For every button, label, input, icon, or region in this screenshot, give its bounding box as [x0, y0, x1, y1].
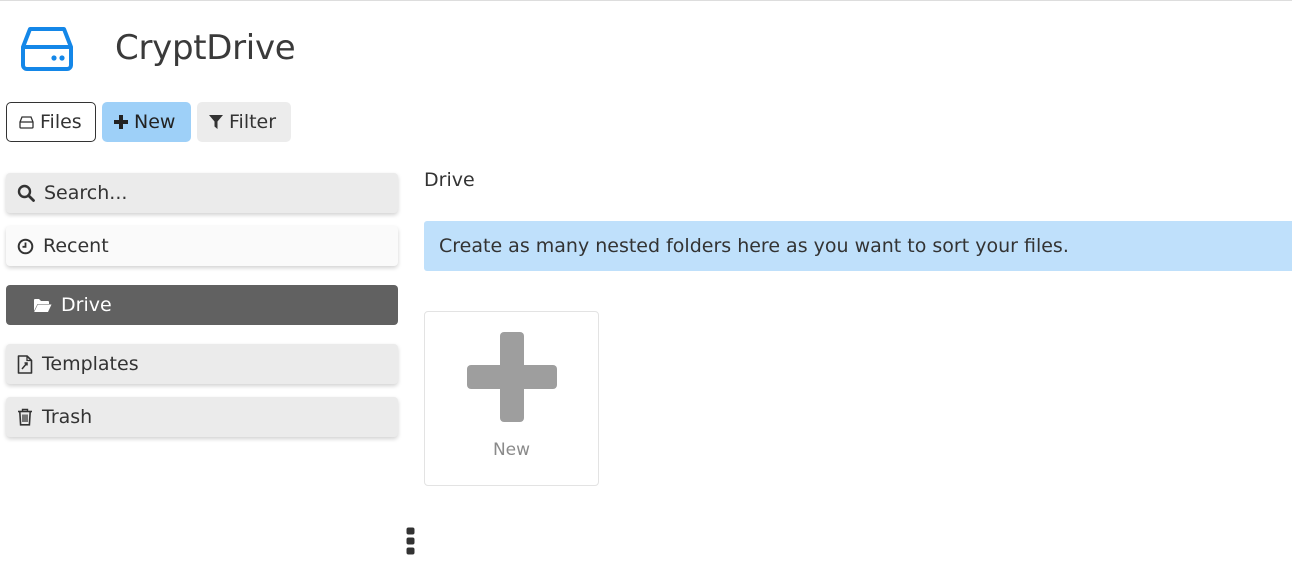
- sidebar-item-drive[interactable]: Drive: [6, 285, 398, 325]
- filter-button-label: Filter: [229, 111, 277, 133]
- search-placeholder: Search...: [44, 182, 128, 204]
- template-file-icon: [17, 354, 33, 374]
- sidebar-item-recent[interactable]: Recent: [6, 226, 398, 266]
- sidebar-item-trash[interactable]: Trash: [6, 397, 398, 437]
- drive-icon: [21, 27, 73, 71]
- trash-icon: [18, 408, 32, 426]
- sidebar-item-label: Recent: [43, 235, 109, 257]
- sidebar-item-label: Templates: [42, 353, 139, 375]
- sidebar-item-label: Trash: [42, 406, 93, 428]
- files-button[interactable]: Files: [6, 102, 96, 142]
- search-icon: [17, 184, 35, 202]
- info-banner: Create as many nested folders here as yo…: [424, 221, 1292, 271]
- plus-icon: [114, 115, 128, 129]
- filter-button[interactable]: Filter: [197, 102, 291, 142]
- drive-icon: [19, 115, 34, 129]
- sidebar-item-label: Drive: [61, 294, 112, 316]
- plus-icon: [467, 332, 557, 422]
- sidebar-item-templates[interactable]: Templates: [6, 344, 398, 384]
- top-border: [0, 0, 1292, 1]
- folder-open-icon: [34, 298, 52, 312]
- app-title: CryptDrive: [115, 28, 296, 68]
- new-button-label: New: [134, 111, 176, 133]
- vertical-ellipsis-icon[interactable]: [406, 527, 415, 555]
- files-button-label: Files: [40, 111, 82, 133]
- new-item-tile[interactable]: New: [424, 311, 599, 486]
- search-input[interactable]: Search...: [6, 173, 398, 213]
- new-tile-label: New: [492, 440, 531, 460]
- breadcrumb[interactable]: Drive: [424, 169, 475, 191]
- info-banner-text: Create as many nested folders here as yo…: [439, 235, 1069, 257]
- clock-icon: [17, 238, 34, 254]
- new-button[interactable]: New: [102, 102, 191, 142]
- filter-icon: [209, 115, 223, 129]
